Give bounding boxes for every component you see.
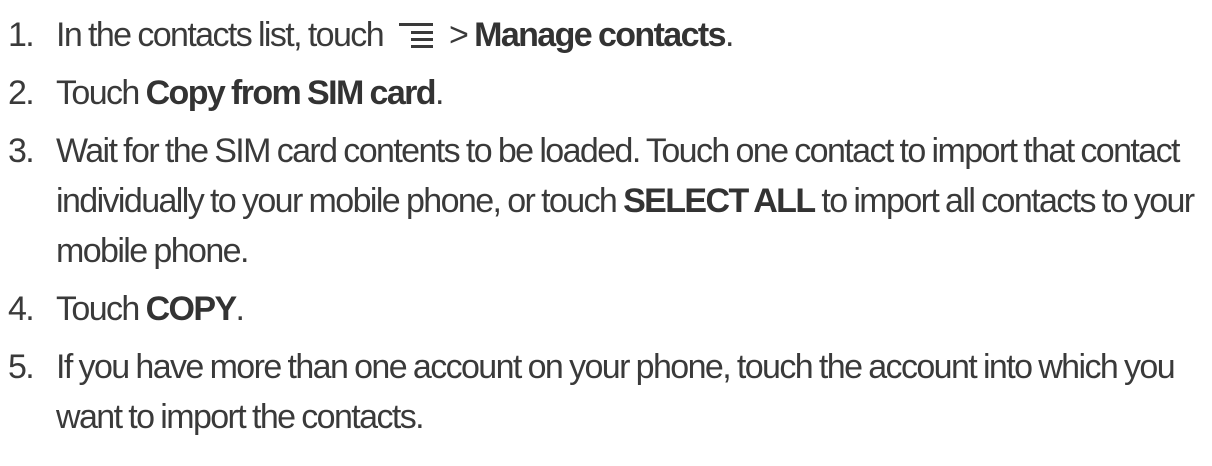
menu-option-manage-contacts: Manage contacts [474, 16, 726, 54]
step-4: 4. Touch COPY. [8, 284, 1208, 334]
step-1: 1. In the contacts list, touch > Manage c… [8, 0, 1208, 60]
step-text: In the contacts list, touch [56, 16, 385, 54]
step-number: 1. [8, 16, 35, 54]
step-text: If you have more than one account on you… [56, 348, 1176, 436]
option-copy-from-sim: Copy from SIM card [145, 74, 437, 112]
instruction-list: 1. In the contacts list, touch > Manage c… [8, 0, 1208, 450]
option-copy: COPY [145, 290, 238, 328]
step-2: 2. Touch Copy from SIM card. [8, 68, 1208, 118]
step-number: 4. [8, 290, 35, 328]
option-select-all: SELECT ALL [623, 182, 816, 220]
step-5: 5. If you have more than one account on … [8, 342, 1208, 442]
step-text: Touch [56, 290, 146, 328]
step-3: 3. Wait for the SIM card contents to be … [8, 126, 1208, 276]
step-text: . [724, 16, 734, 54]
step-text: . [434, 74, 444, 112]
step-text: . [235, 290, 245, 328]
step-number: 3. [8, 132, 35, 170]
step-number: 2. [8, 74, 35, 112]
step-text: > [449, 16, 475, 54]
step-text: Touch [56, 74, 146, 112]
step-number: 5. [8, 348, 35, 386]
menu-icon [399, 23, 433, 49]
